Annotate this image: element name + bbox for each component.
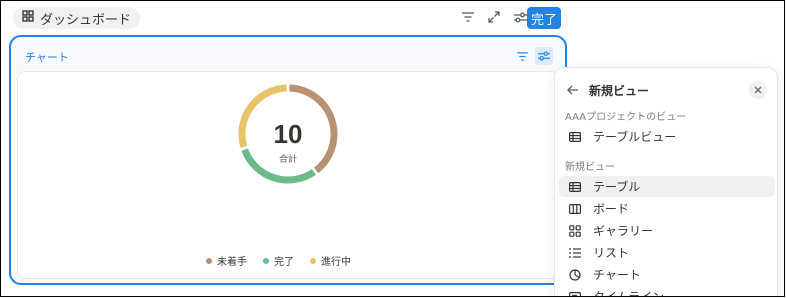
legend-item: 進行中 — [310, 253, 351, 268]
expand-icon[interactable] — [485, 8, 503, 26]
board-icon — [567, 201, 583, 217]
new-view-label: タイムライン — [593, 290, 665, 297]
timeline-icon — [567, 289, 583, 296]
new-view-table[interactable]: テーブル — [559, 176, 775, 197]
new-views-label: 新規ビュー — [565, 162, 615, 173]
new-view-label: リスト — [593, 246, 630, 260]
chart-block-title: チャート — [25, 51, 69, 64]
new-view-gallery[interactable]: ギャラリー — [559, 220, 775, 241]
table-icon — [567, 129, 583, 145]
legend-label: 完了 — [274, 257, 294, 268]
table-icon — [567, 179, 583, 195]
window: ダッシュボード 完了 チャート 10 合計 未着手 完了 進行中 新規ビュー A… — [0, 0, 785, 297]
legend-swatch — [206, 257, 212, 264]
new-view-timeline[interactable]: タイムライン — [559, 286, 775, 297]
legend-item: 完了 — [263, 253, 294, 268]
new-view-chart[interactable]: チャート — [559, 264, 775, 285]
view-item-table-view[interactable]: テーブルビュー — [559, 126, 775, 147]
chart-settings-icon[interactable] — [535, 47, 553, 65]
top-toolbar — [459, 8, 529, 26]
list-icon — [567, 245, 583, 261]
new-view-label: ギャラリー — [593, 224, 654, 238]
legend-swatch — [263, 257, 269, 264]
chart-filter-icon[interactable] — [513, 47, 531, 65]
chart-icon — [567, 267, 583, 283]
dashboard-icon — [22, 10, 34, 26]
chart-block-toolbar — [513, 47, 553, 65]
legend-label: 進行中 — [321, 257, 351, 268]
new-view-label: チャート — [593, 268, 641, 282]
donut-total-value: 10 — [274, 119, 303, 149]
new-view-list[interactable]: リスト — [559, 242, 775, 263]
new-view-label: テーブル — [593, 180, 641, 194]
donut-chart: 10 合計 — [238, 84, 338, 184]
legend-swatch — [310, 257, 316, 264]
project-views-label: AAAプロジェクトのビュー — [565, 112, 687, 123]
dashboard-tab[interactable]: ダッシュボード — [13, 7, 141, 29]
new-view-panel: 新規ビュー AAAプロジェクトのビュー テーブルビュー 新規ビュー テーブル ボ… — [554, 67, 778, 297]
filter-icon[interactable] — [459, 8, 477, 26]
panel-title: 新規ビュー — [589, 83, 650, 98]
legend-label: 未着手 — [217, 257, 247, 268]
gallery-icon — [567, 223, 583, 239]
back-arrow-icon[interactable] — [567, 85, 579, 95]
close-icon[interactable] — [749, 81, 767, 99]
dashboard-label: ダッシュボード — [40, 12, 132, 28]
view-item-label: テーブルビュー — [593, 130, 677, 144]
donut-total-label: 合計 — [279, 153, 297, 164]
done-button[interactable]: 完了 — [527, 7, 561, 29]
legend-item: 未着手 — [206, 253, 247, 268]
new-view-label: ボード — [593, 202, 630, 216]
panel-header: 新規ビュー — [567, 80, 767, 100]
chart-legend: 未着手 完了 進行中 — [206, 253, 351, 268]
new-view-board[interactable]: ボード — [559, 198, 775, 219]
